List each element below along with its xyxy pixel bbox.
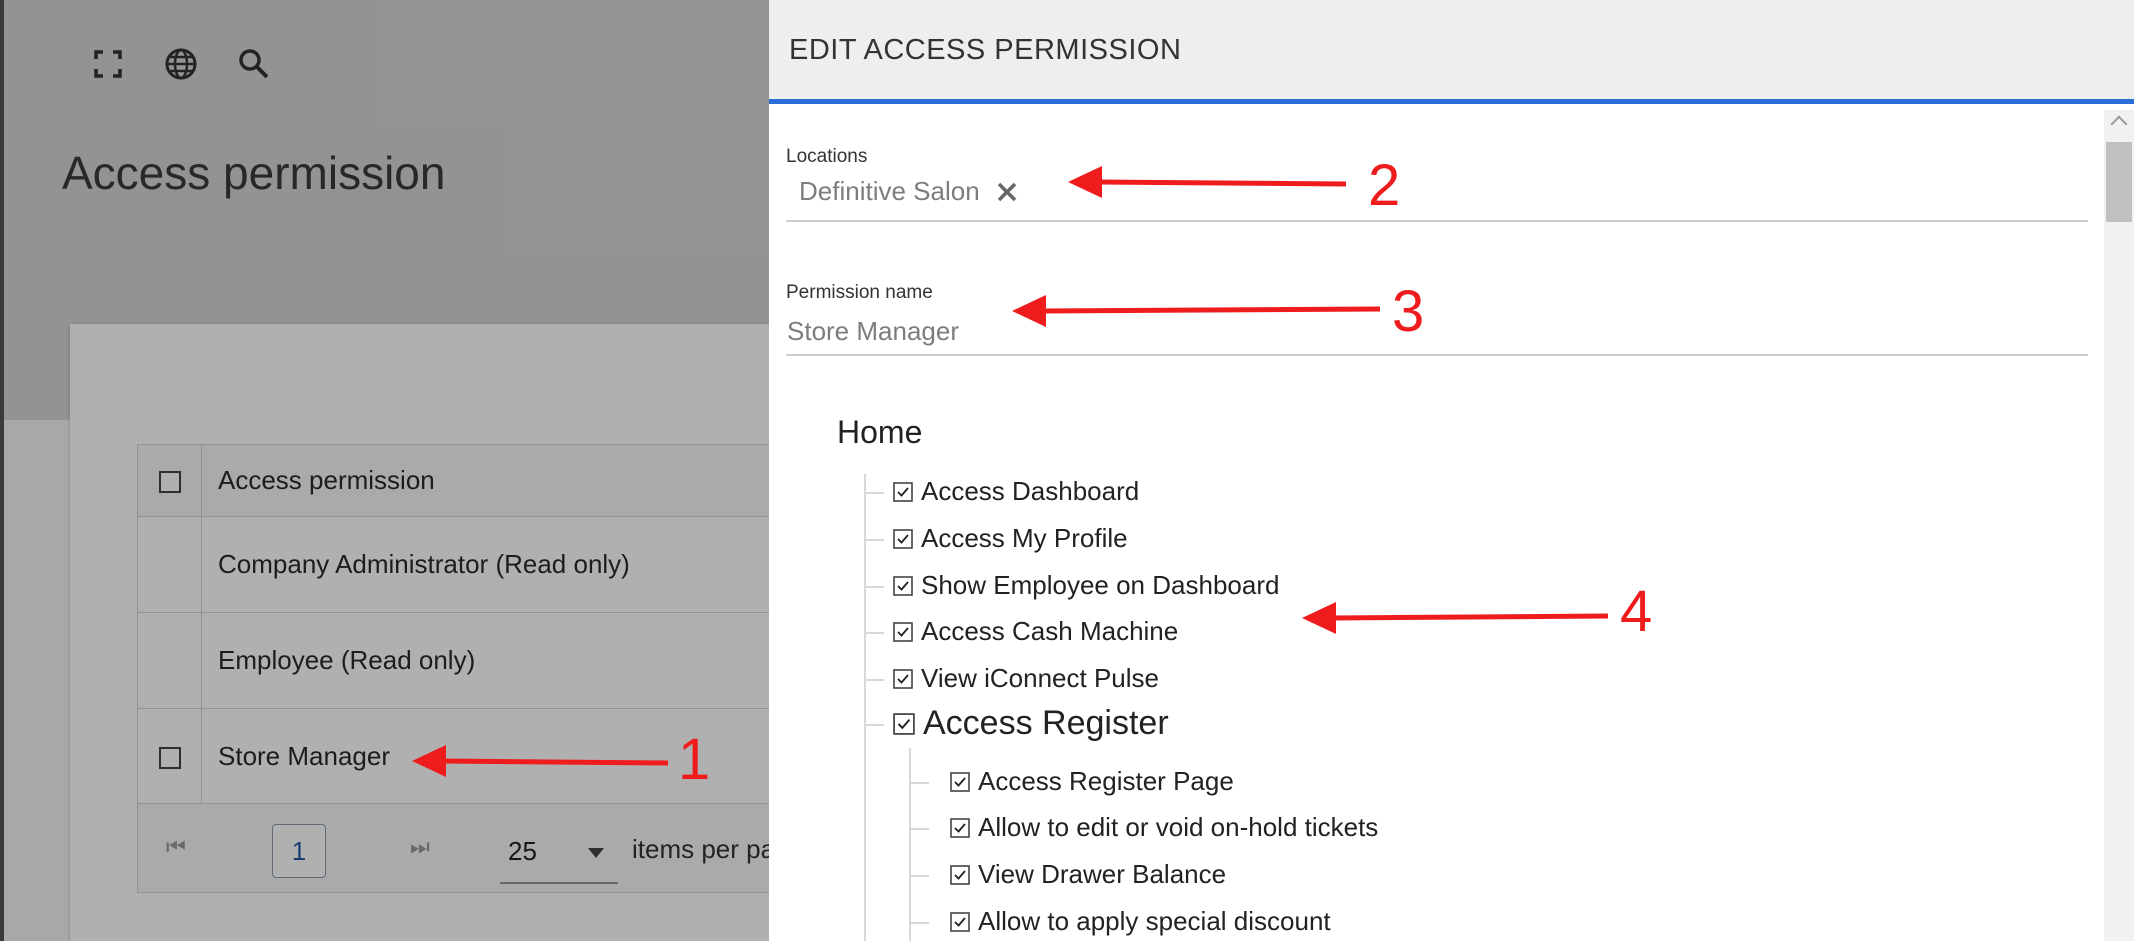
annotation-number-4: 4: [1620, 579, 1653, 644]
annotation-arrowhead-2: [1068, 166, 1102, 198]
annotation-arrowhead-1: [412, 745, 446, 777]
annotation-arrow-3: [1041, 306, 1381, 314]
annotation-arrow-4: [1331, 613, 1609, 621]
annotation-number-3: 3: [1392, 279, 1425, 344]
annotation-arrowhead-3: [1012, 295, 1046, 327]
annotation-arrowhead-4: [1302, 602, 1336, 634]
annotation-number-2: 2: [1368, 153, 1401, 218]
annotation-arrows: [412, 166, 1609, 777]
annotation-arrow-2: [1097, 179, 1347, 187]
annotation-number-1: 1: [678, 727, 711, 792]
annotation-arrow-1: [439, 758, 669, 766]
